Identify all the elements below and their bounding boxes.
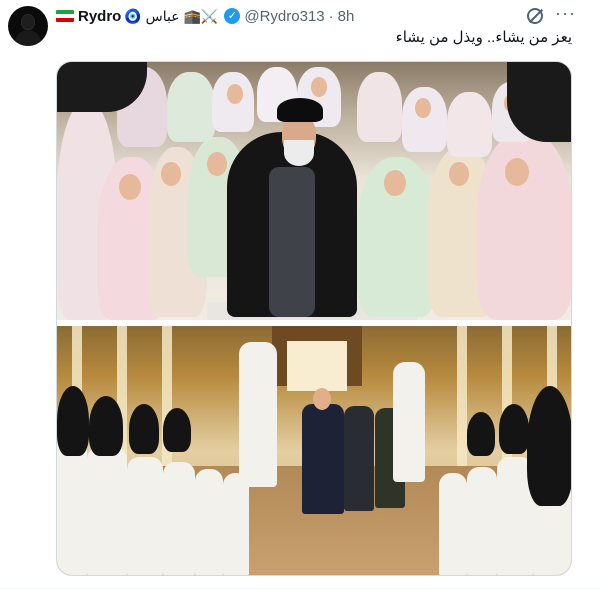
tweet-text: يعز من يشاء.. ويذل من يشاء: [395, 29, 572, 46]
iran-flag-icon: [56, 10, 74, 22]
tweet-header: Rydro 🧿 عباس 🕋⚔️ ✓ @Rydro313 · 8h: [56, 6, 354, 26]
timestamp[interactable]: 8h: [338, 8, 355, 25]
more-icon[interactable]: ···: [555, 3, 576, 24]
display-name[interactable]: Rydro: [78, 8, 121, 25]
tweet-card[interactable]: Rydro 🧿 عباس 🕋⚔️ ✓ @Rydro313 · 8h ··· يع…: [0, 0, 600, 589]
verified-badge-icon: ✓: [224, 8, 241, 24]
display-name-emojis[interactable]: 🧿 عباس 🕋⚔️: [124, 8, 218, 25]
avatar-body: [15, 30, 41, 46]
avatar[interactable]: [8, 6, 48, 46]
author-handle[interactable]: @Rydro313: [244, 8, 324, 25]
tweet-media[interactable]: [56, 61, 572, 576]
grok-icon[interactable]: [527, 8, 543, 24]
avatar-head: [21, 14, 35, 30]
media-photo-top[interactable]: [57, 62, 571, 320]
separator-dot: ·: [328, 7, 334, 25]
media-photo-bottom[interactable]: [57, 326, 571, 575]
